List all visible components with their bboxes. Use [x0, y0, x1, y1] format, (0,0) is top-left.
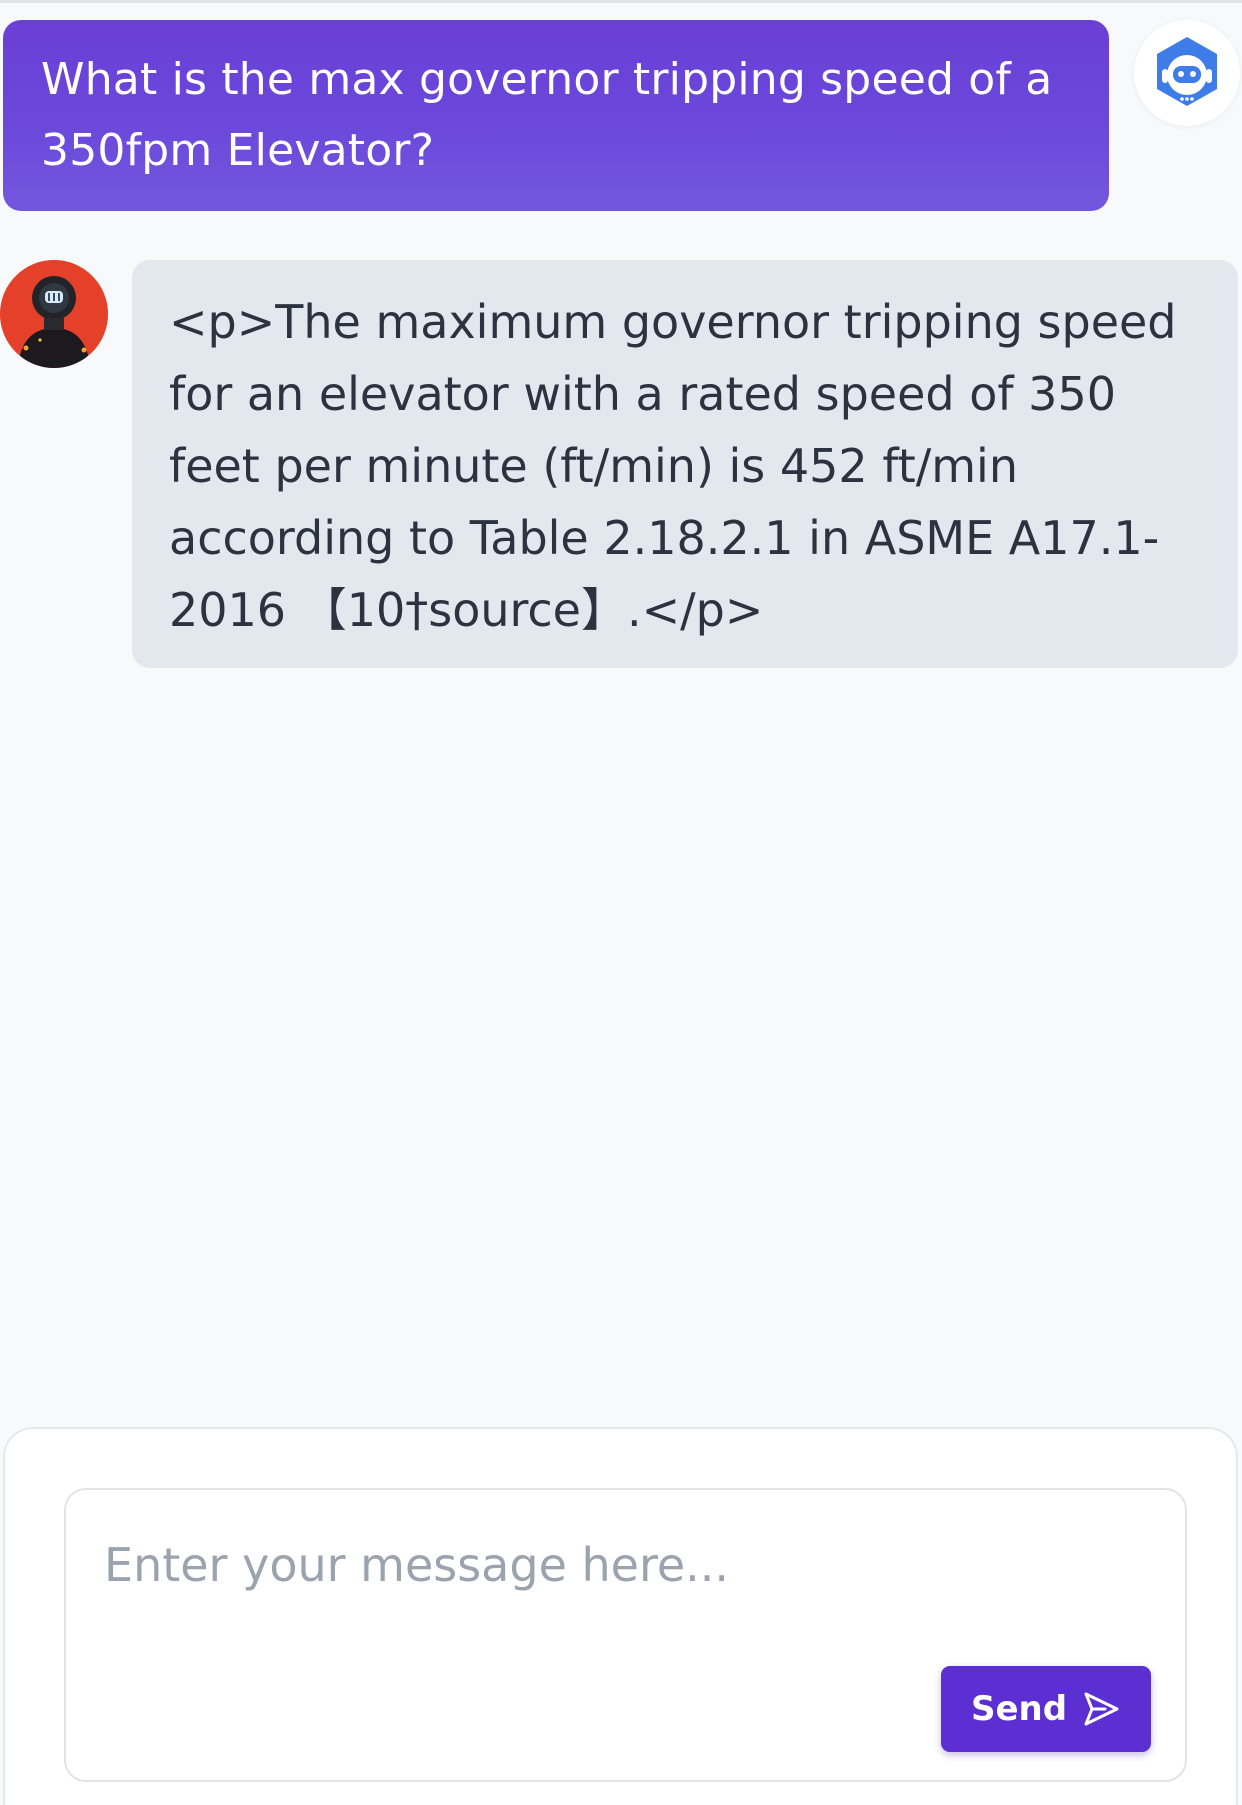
- send-arrow-icon: [1081, 1689, 1121, 1729]
- assistant-avatar: [0, 260, 108, 368]
- message-input-container[interactable]: Send: [64, 1488, 1187, 1782]
- message-composer: Send: [3, 1427, 1238, 1805]
- user-message-bubble: What is the max governor tripping speed …: [3, 20, 1109, 211]
- assistant-message-bubble: <p>The maximum governor tripping speed f…: [132, 260, 1238, 668]
- robot-icon: [1134, 20, 1240, 126]
- top-divider: [0, 0, 1242, 3]
- message-input[interactable]: [104, 1528, 1144, 1602]
- send-button-label: Send: [970, 1689, 1068, 1729]
- send-button[interactable]: Send: [941, 1666, 1151, 1752]
